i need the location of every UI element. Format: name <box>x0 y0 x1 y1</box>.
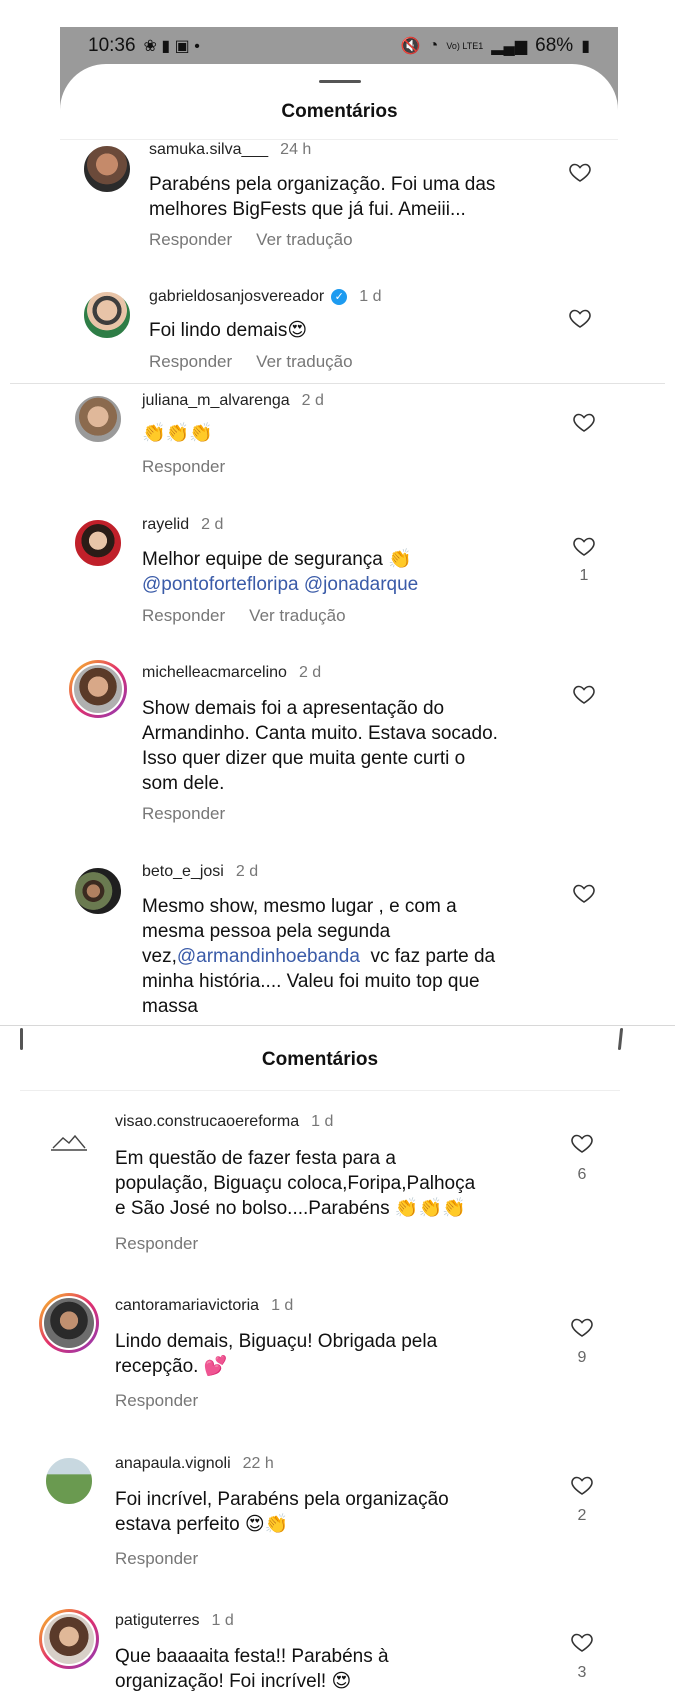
reply-button[interactable]: Responder <box>142 606 225 626</box>
username[interactable]: juliana_m_alvarenga <box>142 392 290 409</box>
battery-level: 68% <box>535 35 574 56</box>
like-count: 3 <box>577 1664 587 1681</box>
username[interactable]: patiguterres <box>115 1612 200 1629</box>
company-logo <box>44 1117 94 1167</box>
heart-icon[interactable] <box>568 160 592 184</box>
verified-icon: ✓ <box>331 289 348 305</box>
comment-text: 👏👏👏 <box>142 423 213 444</box>
avatar[interactable] <box>44 1117 94 1167</box>
heart-icon[interactable] <box>570 1473 594 1497</box>
notification-icons: ❀ ▮ ▣ • <box>143 38 200 55</box>
avatar[interactable] <box>44 1456 94 1506</box>
heart-icon[interactable] <box>572 682 596 706</box>
heart-icon[interactable] <box>570 1315 594 1339</box>
avatar[interactable] <box>39 1609 99 1669</box>
signal-icon: ▂▄▆ <box>491 38 528 55</box>
timestamp: 2 d <box>301 392 324 409</box>
heart-icon[interactable] <box>572 410 596 434</box>
reply-button[interactable]: Responder <box>115 1391 198 1411</box>
reply-button[interactable]: Responder <box>115 1549 198 1569</box>
comment-text: Mesmo show, mesmo lugar , e com a mesma … <box>142 896 496 1017</box>
mention-link[interactable]: @armandinhoebanda <box>177 946 360 967</box>
reply-button[interactable]: Responder <box>149 230 232 250</box>
comment-text: Que baaaaita festa!! Parabéns à organiza… <box>115 1646 389 1692</box>
timestamp: 24 h <box>280 141 312 158</box>
timestamp: 2 d <box>201 516 224 533</box>
username[interactable]: beto_e_josi <box>142 863 224 880</box>
like-count: 6 <box>577 1166 587 1183</box>
section-divider <box>10 383 665 384</box>
heart-icon[interactable] <box>572 881 596 905</box>
reply-button[interactable]: Responder <box>149 352 232 372</box>
timestamp: 1 d <box>211 1612 234 1629</box>
timestamp: 1 d <box>311 1113 334 1130</box>
username[interactable]: michelleacmarcelino <box>142 664 287 681</box>
heart-icon[interactable] <box>570 1630 594 1654</box>
wifi-icon: ◔ <box>428 37 439 54</box>
avatar[interactable] <box>73 518 123 568</box>
timestamp: 1 d <box>359 288 382 305</box>
comment-text: Lindo demais, Biguaçu! Obrigada pela rec… <box>115 1331 438 1377</box>
battery-icon: ▮ <box>581 38 590 55</box>
username[interactable]: anapaula.vignoli <box>115 1455 231 1472</box>
heart-icon[interactable] <box>570 1131 594 1155</box>
comment-text: Foi incrível, Parabéns pela organização … <box>115 1489 449 1535</box>
clock: 10:36 <box>88 35 136 56</box>
avatar[interactable] <box>82 290 132 340</box>
drag-handle[interactable] <box>319 80 361 83</box>
mention-link[interactable]: @pontofortefloripa @jonadarque <box>142 572 418 597</box>
comment-text: Show demais foi a apresentação do Armand… <box>142 698 498 794</box>
like-count: 2 <box>577 1507 587 1524</box>
network-label: Vo) LTE1 <box>446 40 484 51</box>
username[interactable]: cantoramariavictoria <box>115 1297 259 1314</box>
heart-icon[interactable] <box>572 534 596 558</box>
timestamp: 1 d <box>271 1297 294 1314</box>
username[interactable]: rayelid <box>142 516 189 533</box>
comment-text: Melhor equipe de segurança 👏 @pontoforte… <box>142 549 419 597</box>
comment-text: Parabéns pela organização. Foi uma das m… <box>149 174 496 220</box>
username[interactable]: gabrieldosanjosvereador <box>149 288 324 305</box>
divider <box>20 1090 620 1091</box>
mute-icon: 🔇 <box>400 38 421 55</box>
reply-button[interactable]: Responder <box>115 1234 198 1254</box>
status-bar: 10:36 ❀ ▮ ▣ • 🔇 ◔ Vo) LTE1 ▂▄▆ 68% ▮ <box>60 27 618 65</box>
avatar[interactable] <box>73 866 123 916</box>
reply-button[interactable]: Responder <box>142 804 225 824</box>
comment-text: Foi lindo demais😍 <box>149 320 308 341</box>
username[interactable]: samuka.silva___ <box>149 141 268 158</box>
translate-button[interactable]: Ver tradução <box>256 230 352 250</box>
like-count: 1 <box>579 567 589 584</box>
avatar[interactable] <box>73 394 123 444</box>
timestamp: 2 d <box>235 863 259 880</box>
timestamp: 2 d <box>298 664 322 681</box>
sheet-title: Comentários <box>261 1049 379 1070</box>
username[interactable]: visao.construcaoereforma <box>115 1113 299 1130</box>
sheet-title: Comentários <box>281 101 398 122</box>
avatar[interactable] <box>82 144 132 194</box>
like-count: 9 <box>577 1349 587 1366</box>
avatar[interactable] <box>39 1293 99 1353</box>
comment-text: Em questão de fazer festa para a populaç… <box>115 1148 476 1219</box>
reply-button[interactable]: Responder <box>142 457 225 477</box>
divider <box>60 139 618 140</box>
timestamp: 22 h <box>242 1455 274 1472</box>
avatar[interactable] <box>69 660 127 718</box>
heart-icon[interactable] <box>568 306 592 330</box>
translate-button[interactable]: Ver tradução <box>249 606 345 626</box>
translate-button[interactable]: Ver tradução <box>256 352 352 372</box>
